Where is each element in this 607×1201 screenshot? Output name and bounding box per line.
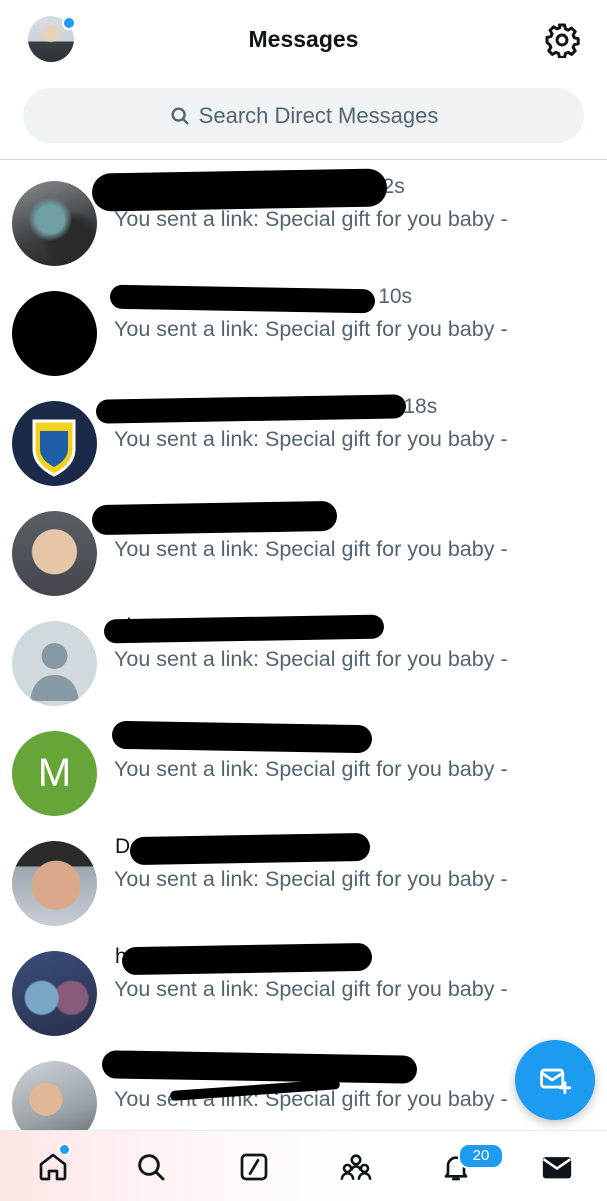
conversation-row[interactable]: Der1 · 1m You sent a link: Special gift … xyxy=(0,825,607,935)
notifications-badge: 20 xyxy=(458,1143,504,1169)
avatar-letter: M xyxy=(37,751,72,795)
conversation-row[interactable]: hub · 1m You sent a link: Special gift f… xyxy=(0,935,607,1045)
conversation-avatar xyxy=(12,401,97,486)
redaction-mark xyxy=(101,1050,418,1084)
conversation-preview: You sent a link: Special gift for you ba… xyxy=(114,757,508,781)
conversation-avatar xyxy=(12,511,97,596)
conversation-avatar xyxy=(12,841,97,926)
conversation-avatar xyxy=(12,1061,97,1130)
conversation-preview: You sent a link: Special gift for you ba… xyxy=(114,207,508,231)
redaction-mark xyxy=(103,614,385,644)
redaction-mark xyxy=(91,168,388,212)
conversation-avatar: M xyxy=(12,731,97,816)
redaction-mark xyxy=(121,942,373,976)
settings-gear-icon[interactable] xyxy=(544,22,580,59)
redaction-mark xyxy=(95,394,407,424)
redaction-mark xyxy=(111,720,373,754)
conversation-row[interactable]: glenn896 · 47s You sent a link: Special … xyxy=(0,605,607,715)
page-title: Messages xyxy=(248,26,359,52)
search-direct-messages-input[interactable]: Search Direct Messages xyxy=(23,88,584,143)
redaction-mark xyxy=(109,284,376,314)
bottom-navigation xyxy=(0,1130,607,1201)
spaces-icon[interactable] xyxy=(236,1149,272,1185)
conversation-avatar xyxy=(12,291,97,376)
top-header: Messages xyxy=(0,0,607,80)
conversation-preview: You sent a link: Special gift for you ba… xyxy=(114,977,508,1001)
home-unread-dot xyxy=(58,1143,71,1156)
search-placeholder: Search Direct Messages xyxy=(198,102,439,128)
conversation-preview: You sent a link: Special gift for you ba… xyxy=(114,537,508,561)
conversation-preview: You sent a link: Special gift for you ba… xyxy=(114,867,508,891)
header-divider xyxy=(0,159,607,160)
conversation-row[interactable]: You sent a link: Special gift for you ba… xyxy=(0,495,607,605)
communities-icon[interactable] xyxy=(338,1149,374,1185)
redaction-mark xyxy=(91,500,338,536)
messages-envelope-icon[interactable] xyxy=(539,1149,575,1185)
conversation-preview: You sent a link: Special gift for you ba… xyxy=(114,427,508,451)
conversation-row[interactable]: g 18s You sent a link: Special gift for … xyxy=(0,385,607,495)
conversation-row[interactable]: Am 10s You sent a link: Special gift for… xyxy=(0,275,607,385)
search-icon xyxy=(171,106,189,125)
conversation-time: 10s xyxy=(378,285,413,308)
compose-message-icon xyxy=(540,1068,572,1095)
conversation-time: 18s xyxy=(403,395,438,418)
conversation-row[interactable]: M 1110 · 1m You sent a link: Special gif… xyxy=(0,715,607,825)
new-message-button[interactable] xyxy=(515,1040,595,1120)
conversation-avatar xyxy=(12,181,97,266)
explore-search-icon[interactable] xyxy=(133,1149,169,1185)
conversation-preview: You sent a link: Special gift for you ba… xyxy=(114,317,508,341)
conversation-avatar xyxy=(12,621,97,706)
redaction-mark xyxy=(129,832,371,866)
conversation-row[interactable]: t 2s You sent a link: Special gift for y… xyxy=(0,165,607,275)
conversation-avatar xyxy=(12,951,97,1036)
conversation-preview: You sent a link: Special gift for you ba… xyxy=(114,647,508,671)
